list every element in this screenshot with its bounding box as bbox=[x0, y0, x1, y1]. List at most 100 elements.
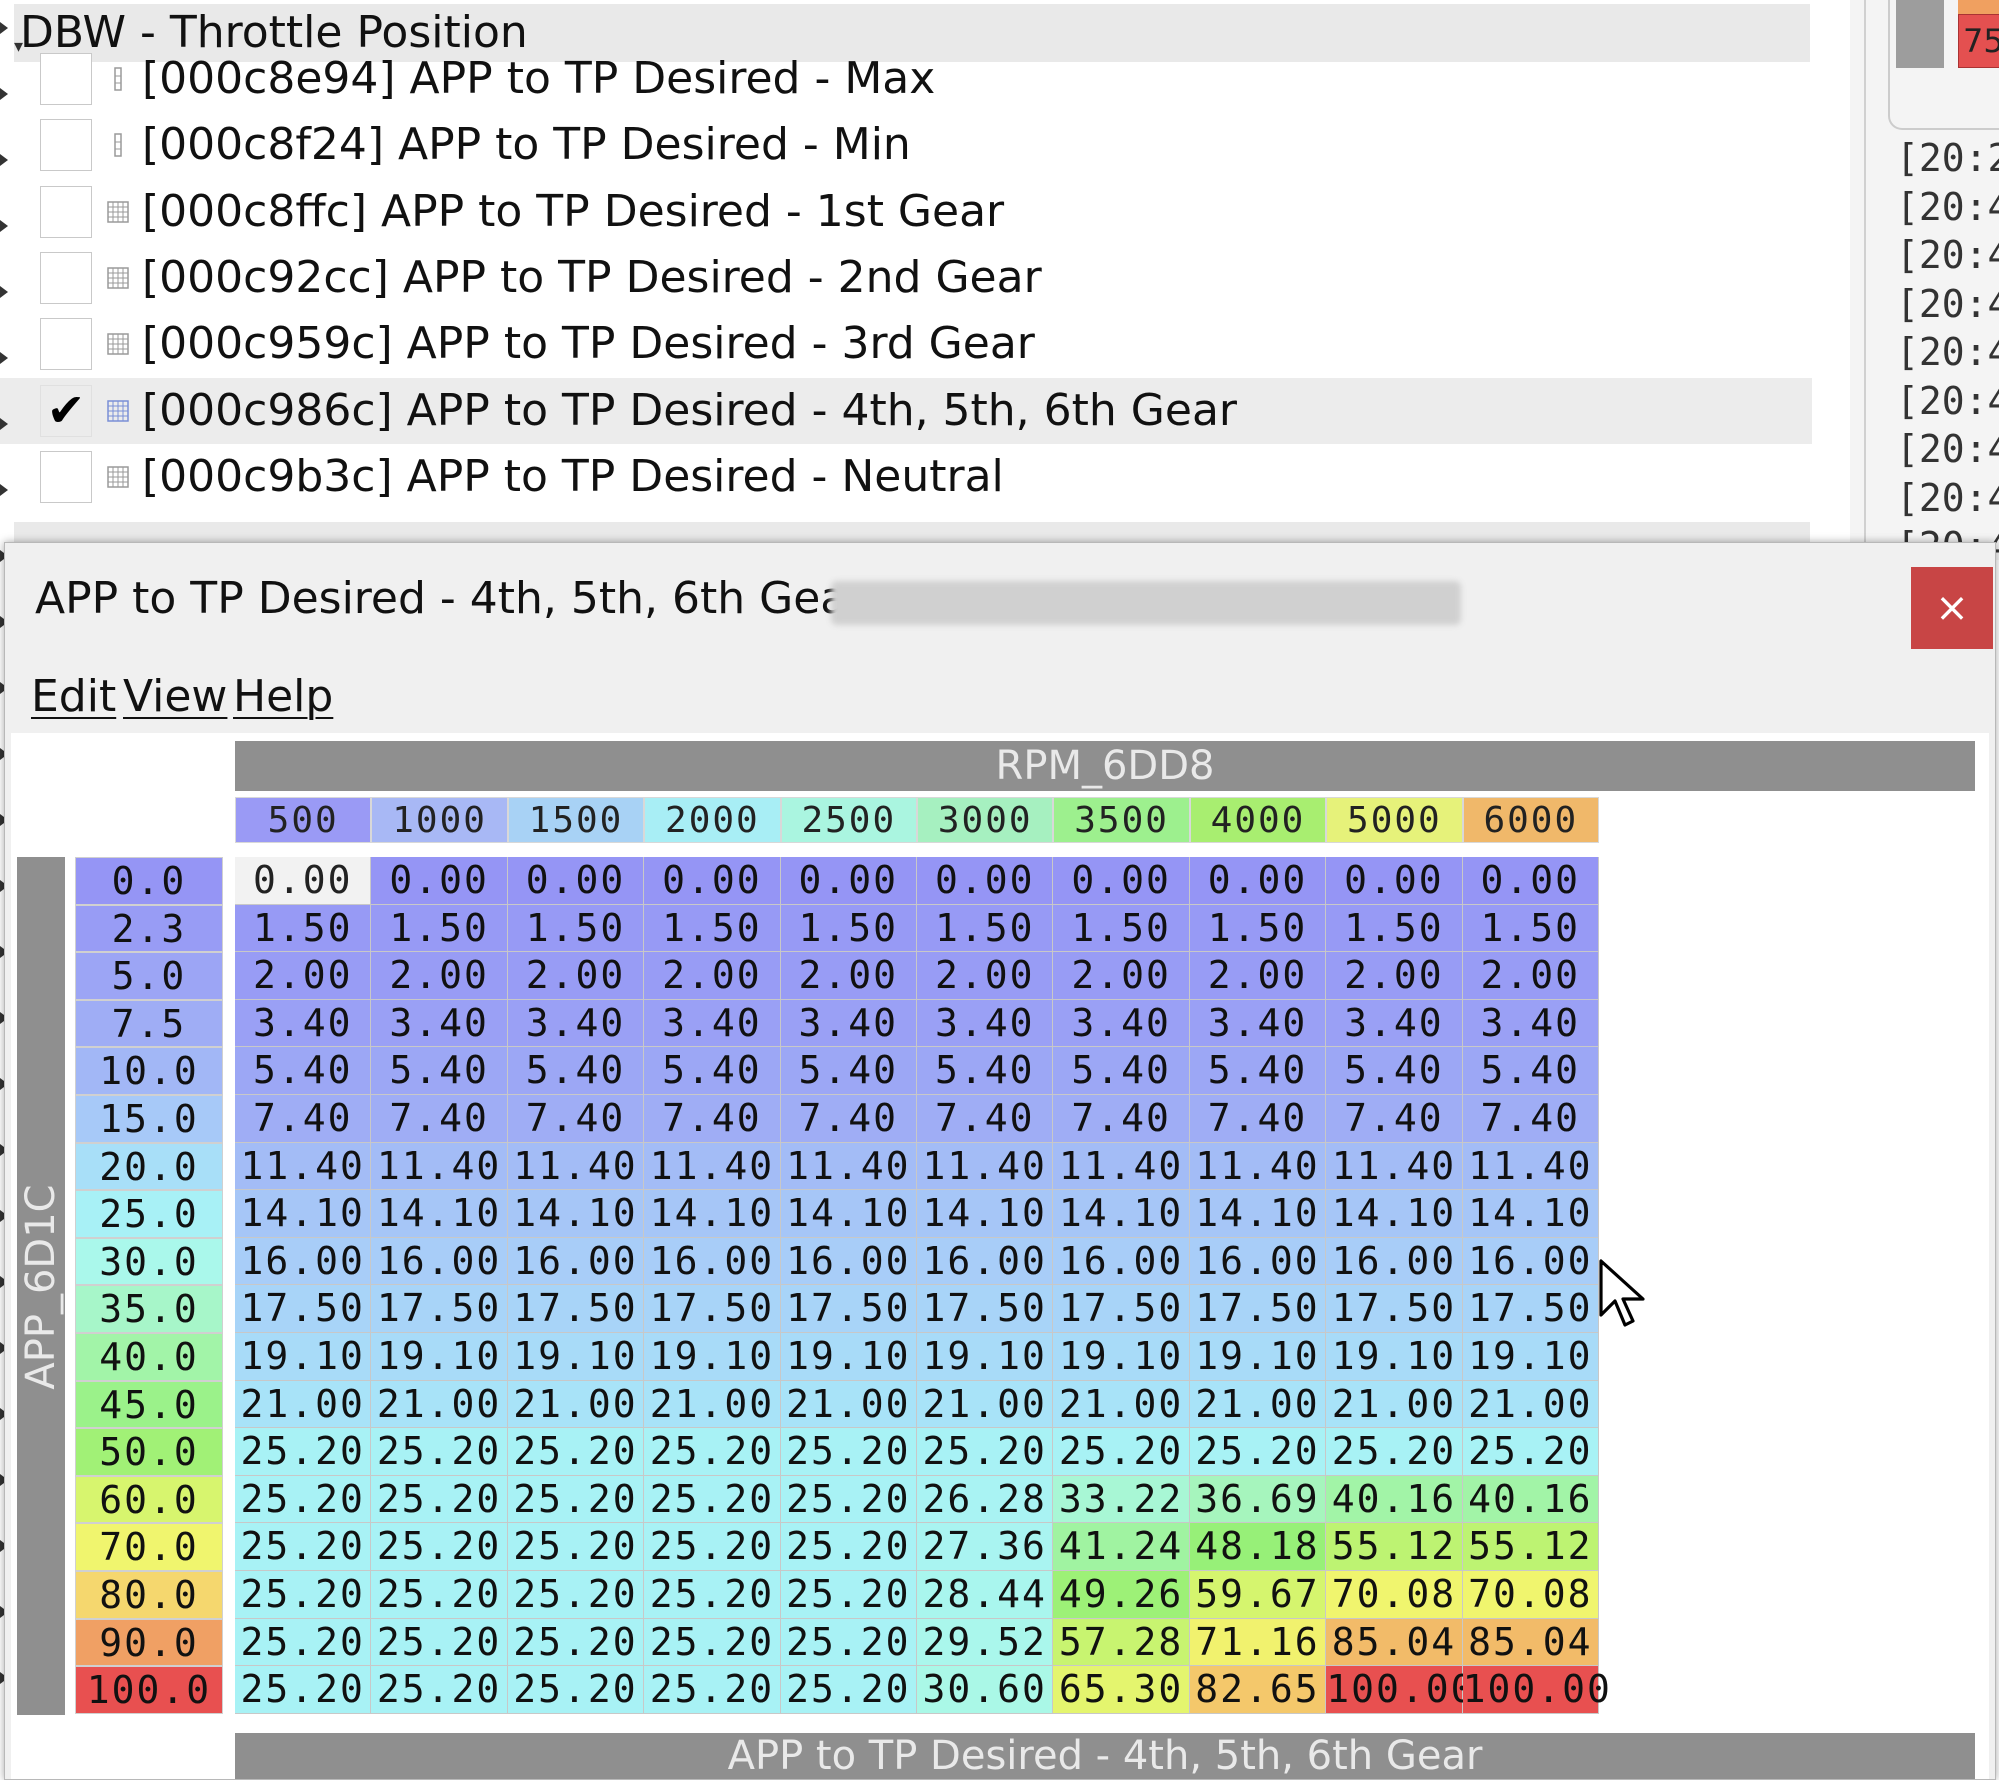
table-cell[interactable]: 3.40 bbox=[1462, 999, 1599, 1048]
tree-item[interactable]: [000c8f24] APP to TP Desired - Min bbox=[0, 112, 1812, 178]
y-axis-header[interactable]: 60.0 bbox=[75, 1475, 223, 1524]
tree-item[interactable]: [000c8e94] APP to TP Desired - Max bbox=[0, 46, 1812, 112]
y-axis-header[interactable]: 30.0 bbox=[75, 1237, 223, 1286]
table-cell[interactable]: 0.00 bbox=[507, 857, 645, 905]
table-cell[interactable]: 1.50 bbox=[1462, 904, 1599, 953]
table-cell[interactable]: 25.20 bbox=[1462, 1428, 1599, 1476]
table-cell[interactable]: 21.00 bbox=[1189, 1380, 1327, 1429]
table-cell[interactable]: 16.00 bbox=[1462, 1237, 1599, 1286]
table-cell[interactable]: 7.40 bbox=[1462, 1095, 1599, 1143]
tree-item[interactable]: ✔ [000c986c] APP to TP Desired - 4th, 5th… bbox=[0, 377, 1812, 444]
table-cell[interactable]: 25.20 bbox=[780, 1428, 917, 1476]
table-cell[interactable]: 25.20 bbox=[235, 1571, 372, 1619]
table-cell[interactable]: 14.10 bbox=[917, 1190, 1054, 1238]
table-cell[interactable]: 2.00 bbox=[507, 952, 645, 1000]
tree-item-checkbox[interactable] bbox=[40, 318, 92, 371]
x-axis-header[interactable]: 1000 bbox=[371, 797, 508, 843]
table-cell[interactable]: 19.10 bbox=[780, 1333, 917, 1381]
x-axis-header[interactable]: 4000 bbox=[1189, 797, 1327, 843]
close-button[interactable]: × bbox=[1911, 567, 1993, 649]
table-cell[interactable]: 11.40 bbox=[780, 1142, 917, 1191]
table-cell[interactable]: 16.00 bbox=[235, 1237, 372, 1286]
table-cell[interactable]: 5.40 bbox=[1189, 1047, 1327, 1095]
tree-item-checkbox[interactable] bbox=[40, 450, 92, 503]
table-cell[interactable]: 16.00 bbox=[1326, 1237, 1463, 1286]
table-cell[interactable]: 11.40 bbox=[371, 1142, 508, 1191]
table-cell[interactable]: 36.69 bbox=[1189, 1475, 1327, 1524]
table-cell[interactable]: 25.20 bbox=[644, 1666, 781, 1714]
table-cell[interactable]: 25.20 bbox=[371, 1475, 508, 1524]
table-editor-window[interactable]: APP to TP Desired - 4th, 5th, 6th Gear- … bbox=[4, 542, 1996, 1780]
table-cell[interactable]: 7.40 bbox=[235, 1095, 372, 1143]
table-cell[interactable]: 2.00 bbox=[1326, 952, 1463, 1000]
table-cell[interactable]: 17.50 bbox=[1462, 1285, 1599, 1333]
table-cell[interactable]: 40.16 bbox=[1326, 1475, 1463, 1524]
y-axis-header[interactable]: 50.0 bbox=[75, 1428, 223, 1476]
table-cell[interactable]: 17.50 bbox=[371, 1285, 508, 1333]
table-cell[interactable]: 27.36 bbox=[917, 1523, 1054, 1571]
table-cell[interactable]: 14.10 bbox=[1462, 1190, 1599, 1238]
table-cell[interactable]: 28.44 bbox=[917, 1571, 1054, 1619]
table-cell[interactable]: 5.40 bbox=[780, 1047, 917, 1095]
table-cell[interactable]: 1.50 bbox=[507, 904, 645, 953]
table-cell[interactable]: 1.50 bbox=[1189, 904, 1327, 953]
table-cell[interactable]: 2.00 bbox=[235, 952, 372, 1000]
table-cell[interactable]: 7.40 bbox=[1189, 1095, 1327, 1143]
table-cell[interactable]: 7.40 bbox=[780, 1095, 917, 1143]
x-axis-header[interactable]: 6000 bbox=[1462, 797, 1599, 843]
table-cell[interactable]: 14.10 bbox=[507, 1190, 645, 1238]
table-cell[interactable]: 25.20 bbox=[780, 1666, 917, 1714]
table-cell[interactable]: 3.40 bbox=[371, 999, 508, 1048]
table-cell[interactable]: 25.20 bbox=[780, 1523, 917, 1571]
table-cell[interactable]: 2.00 bbox=[1053, 952, 1190, 1000]
table-cell[interactable]: 25.20 bbox=[235, 1666, 372, 1714]
x-axis-header[interactable]: 1500 bbox=[507, 797, 645, 843]
table-cell[interactable]: 21.00 bbox=[780, 1380, 917, 1429]
table-cell[interactable]: 19.10 bbox=[1189, 1333, 1327, 1381]
tree-item-checkbox[interactable] bbox=[40, 251, 92, 304]
table-cell[interactable]: 2.00 bbox=[644, 952, 781, 1000]
table-cell[interactable]: 3.40 bbox=[507, 999, 645, 1048]
table-cell[interactable]: 3.40 bbox=[235, 999, 372, 1048]
table-cell[interactable]: 25.20 bbox=[917, 1428, 1054, 1476]
table-cell[interactable]: 25.20 bbox=[371, 1618, 508, 1667]
y-axis-header[interactable]: 100.0 bbox=[75, 1666, 223, 1714]
table-cell[interactable]: 2.00 bbox=[780, 952, 917, 1000]
table-cell[interactable]: 1.50 bbox=[644, 904, 781, 953]
table-cell[interactable]: 25.20 bbox=[371, 1571, 508, 1619]
table-cell[interactable]: 19.10 bbox=[1326, 1333, 1463, 1381]
table-cell[interactable]: 59.67 bbox=[1189, 1571, 1327, 1619]
table-cell[interactable]: 21.00 bbox=[644, 1380, 781, 1429]
table-cell[interactable]: 48.18 bbox=[1189, 1523, 1327, 1571]
table-cell[interactable]: 25.20 bbox=[1053, 1428, 1190, 1476]
table-cell[interactable]: 11.40 bbox=[644, 1142, 781, 1191]
table-cell[interactable]: 19.10 bbox=[371, 1333, 508, 1381]
table-cell[interactable]: 5.40 bbox=[917, 1047, 1054, 1095]
table-cell[interactable]: 57.28 bbox=[1053, 1618, 1190, 1667]
y-axis-header[interactable]: 80.0 bbox=[75, 1571, 223, 1619]
table-cell[interactable]: 7.40 bbox=[1053, 1095, 1190, 1143]
table-cell[interactable]: 3.40 bbox=[1326, 999, 1463, 1048]
table-cell[interactable]: 16.00 bbox=[1053, 1237, 1190, 1286]
tree-item[interactable]: [000c8ffc] APP to TP Desired - 1st Gear bbox=[0, 179, 1812, 245]
table-cell[interactable]: 11.40 bbox=[1189, 1142, 1327, 1191]
table-cell[interactable]: 85.04 bbox=[1462, 1618, 1599, 1667]
table-cell[interactable]: 25.20 bbox=[1326, 1428, 1463, 1476]
table-cell[interactable]: 7.40 bbox=[371, 1095, 508, 1143]
table-cell[interactable]: 21.00 bbox=[917, 1380, 1054, 1429]
table-cell[interactable]: 25.20 bbox=[644, 1571, 781, 1619]
table-cell[interactable]: 71.16 bbox=[1189, 1618, 1327, 1667]
y-axis-header[interactable]: 0.0 bbox=[75, 857, 223, 905]
tree-item-checkbox[interactable] bbox=[40, 119, 92, 172]
table-cell[interactable]: 14.10 bbox=[780, 1190, 917, 1238]
table-cell[interactable]: 14.10 bbox=[371, 1190, 508, 1238]
table-cell[interactable]: 21.00 bbox=[371, 1380, 508, 1429]
table-cell[interactable]: 19.10 bbox=[235, 1333, 372, 1381]
tree-item[interactable]: [000c92cc] APP to TP Desired - 2nd Gear bbox=[0, 245, 1812, 311]
table-cell[interactable]: 0.00 bbox=[1189, 857, 1327, 905]
x-axis-header[interactable]: 3000 bbox=[917, 797, 1054, 843]
table-cell[interactable]: 30.60 bbox=[917, 1666, 1054, 1714]
table-cell[interactable]: 25.20 bbox=[507, 1666, 645, 1714]
table-cell[interactable]: 16.00 bbox=[1189, 1237, 1327, 1286]
table-cell[interactable]: 49.26 bbox=[1053, 1571, 1190, 1619]
